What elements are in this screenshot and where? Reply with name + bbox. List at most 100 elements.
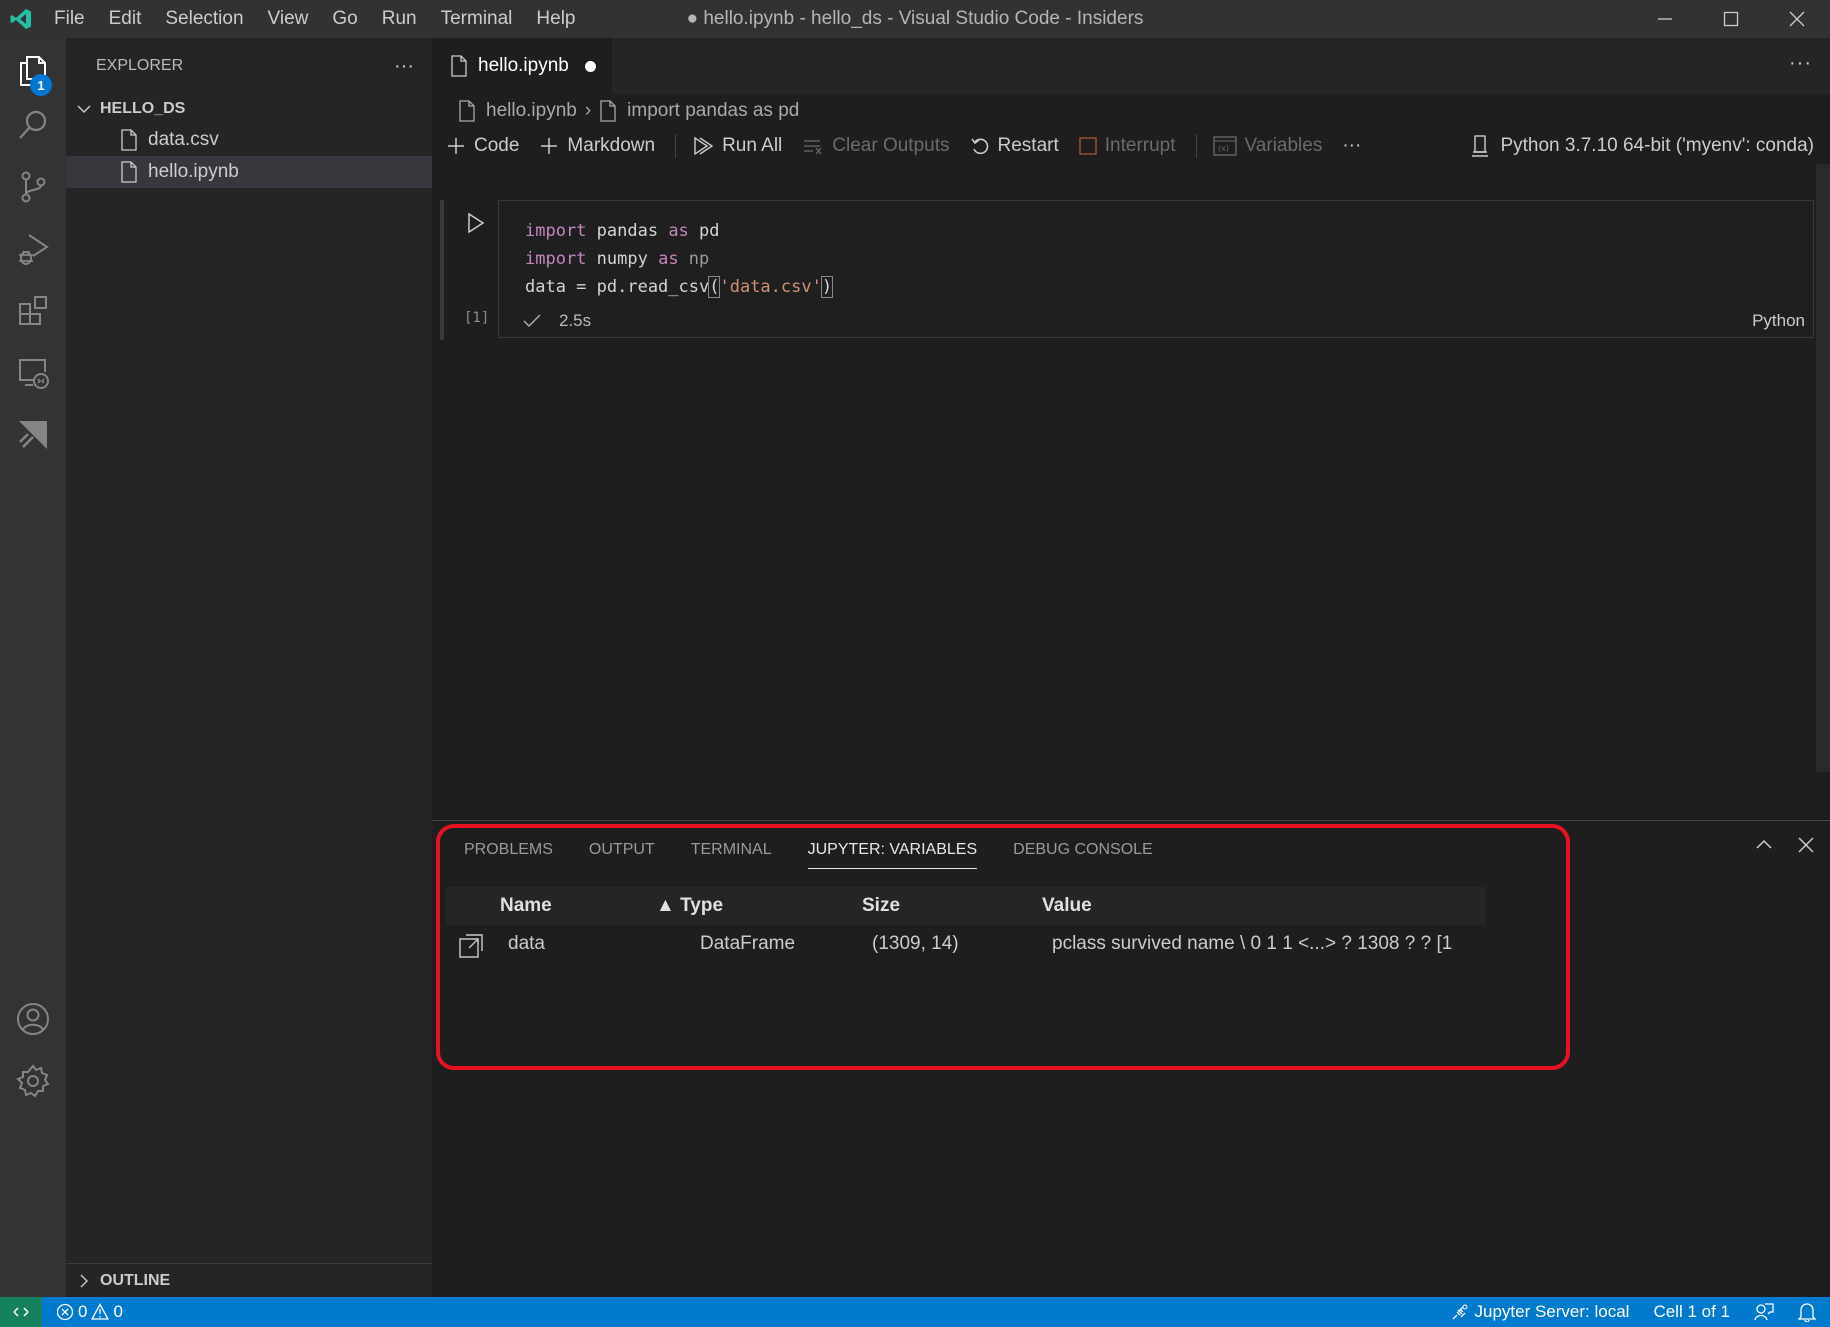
restart-icon bbox=[970, 136, 990, 156]
plus-icon bbox=[539, 136, 559, 156]
execute-cell-button[interactable] bbox=[466, 212, 486, 239]
menu-help[interactable]: Help bbox=[524, 0, 587, 38]
code-line[interactable]: data = pd.read_csv('data.csv') bbox=[525, 273, 834, 301]
minimize-button[interactable] bbox=[1632, 0, 1698, 38]
variables-button[interactable]: (x) Variables bbox=[1212, 135, 1322, 157]
menu-terminal[interactable]: Terminal bbox=[429, 0, 525, 38]
breadcrumb-cell[interactable]: import pandas as pd bbox=[627, 100, 799, 122]
explorer-more-actions-button[interactable]: ··· bbox=[394, 55, 414, 78]
file-item-data-csv[interactable]: data.csv bbox=[66, 124, 432, 156]
tab-hello-ipynb[interactable]: hello.ipynb bbox=[432, 38, 612, 94]
panel-tabs: PROBLEMS OUTPUT TERMINAL JUPYTER: VARIAB… bbox=[432, 821, 1830, 879]
code-keyword: import bbox=[525, 249, 587, 269]
open-data-viewer-button[interactable] bbox=[458, 933, 484, 959]
activity-remote-explorer[interactable] bbox=[0, 340, 66, 406]
breadcrumb: hello.ipynb › import pandas as pd bbox=[432, 94, 1830, 128]
unsaved-dot-icon[interactable] bbox=[584, 60, 596, 72]
bottom-panel: PROBLEMS OUTPUT TERMINAL JUPYTER: VARIAB… bbox=[432, 820, 1830, 1297]
breadcrumb-file[interactable]: hello.ipynb bbox=[486, 100, 577, 122]
activity-extensions[interactable] bbox=[0, 278, 66, 344]
maximize-button[interactable] bbox=[1698, 0, 1764, 38]
kernel-picker[interactable]: Python 3.7.10 64-bit ('myenv': conda) bbox=[1470, 128, 1814, 164]
file-label: data.csv bbox=[148, 129, 219, 150]
code-content[interactable]: import pandas as pd import numpy as np dat… bbox=[525, 217, 834, 301]
menu-file[interactable]: File bbox=[42, 0, 97, 38]
more-icon: ··· bbox=[1342, 135, 1362, 156]
tab-jupyter-variables[interactable]: JUPYTER: VARIABLES bbox=[807, 821, 977, 879]
cell-execution-status: 2.5s bbox=[523, 311, 591, 331]
maximize-panel-button[interactable] bbox=[1754, 835, 1774, 860]
code-line[interactable]: import numpy as np bbox=[525, 245, 832, 273]
close-window-button[interactable] bbox=[1764, 0, 1830, 38]
activity-source-control[interactable] bbox=[0, 154, 66, 220]
restart-kernel-button[interactable]: Restart bbox=[970, 135, 1059, 157]
activity-accounts[interactable] bbox=[0, 986, 66, 1052]
file-item-hello-ipynb[interactable]: hello.ipynb bbox=[66, 156, 432, 188]
chevron-right-icon bbox=[80, 1274, 88, 1287]
clear-outputs-button[interactable]: Clear Outputs bbox=[802, 135, 950, 157]
close-panel-button[interactable] bbox=[1796, 835, 1816, 860]
code-token: pd bbox=[688, 221, 720, 241]
code-token: np bbox=[678, 249, 710, 269]
jupyter-icon bbox=[19, 421, 47, 449]
notebook-toolbar: Code Markdown Run All Clear Outputs Rest… bbox=[432, 128, 1830, 164]
code-keyword: as bbox=[658, 249, 679, 269]
folder-hello-ds[interactable]: HELLO_DS bbox=[66, 94, 432, 124]
column-name[interactable]: Name bbox=[500, 887, 552, 925]
variable-value: pclass survived name \ 0 1 1 <...> ? 130… bbox=[1052, 933, 1453, 954]
menu-selection[interactable]: Selection bbox=[153, 0, 255, 38]
column-value[interactable]: Value bbox=[1042, 887, 1092, 925]
code-line[interactable]: import pandas as pd bbox=[525, 217, 832, 245]
remote-indicator-button[interactable] bbox=[0, 1297, 42, 1327]
cell-focus-indicator bbox=[440, 200, 444, 340]
cell-language-picker[interactable]: Python bbox=[1752, 311, 1805, 331]
cell-code-editor[interactable]: import pandas as pd import numpy as np dat… bbox=[498, 200, 1814, 338]
clear-outputs-label: Clear Outputs bbox=[832, 135, 950, 156]
jupyter-server-label: Jupyter Server: local bbox=[1474, 1302, 1630, 1321]
folder-label: HELLO_DS bbox=[100, 100, 186, 117]
outline-section[interactable]: OUTLINE bbox=[66, 1263, 432, 1297]
open-data-viewer-icon bbox=[459, 934, 483, 958]
tab-label: hello.ipynb bbox=[478, 55, 569, 76]
column-type[interactable]: ▲ Type bbox=[656, 887, 723, 925]
tab-problems[interactable]: PROBLEMS bbox=[464, 821, 553, 879]
svg-text:(x): (x) bbox=[1218, 144, 1229, 153]
menu-run[interactable]: Run bbox=[370, 0, 429, 38]
code-string: 'data.csv' bbox=[719, 277, 822, 297]
activity-jupyter[interactable] bbox=[0, 402, 66, 468]
extensions-icon bbox=[19, 296, 47, 325]
feedback-button[interactable] bbox=[1754, 1302, 1774, 1322]
menu-go[interactable]: Go bbox=[320, 0, 369, 38]
notifications-button[interactable] bbox=[1798, 1302, 1816, 1322]
execution-duration: 2.5s bbox=[559, 311, 592, 330]
add-markdown-cell-button[interactable]: Markdown bbox=[539, 135, 655, 157]
cell-position[interactable]: Cell 1 of 1 bbox=[1653, 1302, 1730, 1322]
interrupt-kernel-button[interactable]: Interrupt bbox=[1079, 135, 1176, 157]
variable-row[interactable]: data DataFrame (1309, 14) pclass survive… bbox=[446, 925, 1486, 965]
explorer-sidebar: EXPLORER ··· HELLO_DS data.csv hello.ipy… bbox=[66, 38, 432, 1297]
plus-icon bbox=[446, 136, 466, 156]
problems-status[interactable]: 0 0 bbox=[56, 1302, 123, 1322]
column-size[interactable]: Size bbox=[862, 887, 900, 925]
add-code-cell-button[interactable]: Code bbox=[446, 135, 519, 157]
run-debug-icon bbox=[19, 234, 49, 265]
remote-explorer-icon bbox=[19, 359, 49, 389]
error-count: 0 bbox=[78, 1302, 88, 1321]
file-label: hello.ipynb bbox=[148, 161, 239, 182]
editor-more-actions-button[interactable]: ··· bbox=[1789, 52, 1812, 75]
variables-table-header: Name ▲ Type Size Value bbox=[446, 887, 1486, 925]
activity-run-debug[interactable] bbox=[0, 216, 66, 282]
tab-terminal[interactable]: TERMINAL bbox=[691, 821, 772, 879]
tab-output[interactable]: OUTPUT bbox=[589, 821, 655, 879]
run-all-button[interactable]: Run All bbox=[692, 135, 782, 157]
markdown-label: Markdown bbox=[567, 135, 656, 156]
menu-edit[interactable]: Edit bbox=[97, 0, 154, 38]
menu-view[interactable]: View bbox=[256, 0, 321, 38]
file-icon bbox=[599, 100, 617, 122]
jupyter-server-status[interactable]: Jupyter Server: local bbox=[1451, 1302, 1630, 1322]
activity-search[interactable] bbox=[0, 92, 66, 158]
activity-manage[interactable] bbox=[0, 1048, 66, 1114]
tab-debug-console[interactable]: DEBUG CONSOLE bbox=[1013, 821, 1153, 879]
toolbar-more-button[interactable]: ··· bbox=[1342, 135, 1361, 157]
editor-scrollbar[interactable] bbox=[1816, 164, 1830, 772]
